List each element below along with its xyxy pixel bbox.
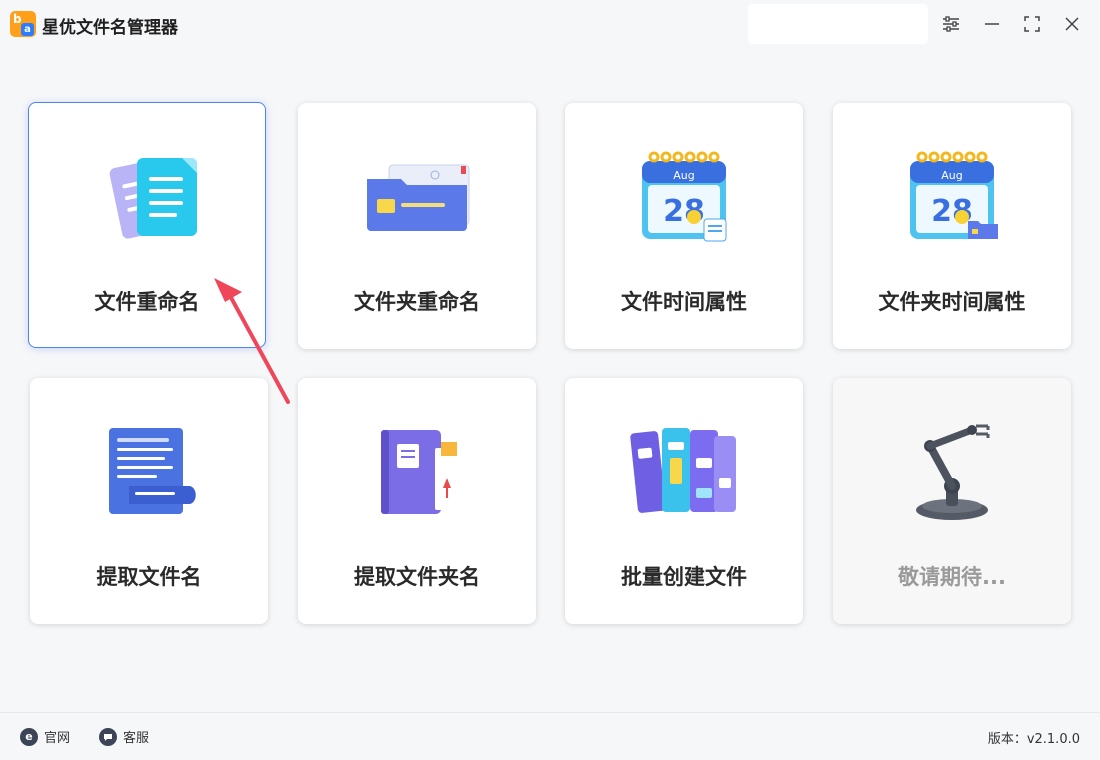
customer-service-label: 客服 [123,731,150,746]
calendar-folder-icon: Aug 28 [910,151,998,239]
title-search-box[interactable] [748,4,928,44]
documents-icon [109,158,197,239]
card-label: 敬请期待... [898,565,1006,589]
app-title: 星优文件名管理器 [42,18,178,38]
maximize-icon [1024,16,1040,32]
card-file-time-attributes[interactable]: Aug 28 文件时间属性 [565,103,803,349]
binder-icon [381,430,457,514]
card-extract-file-names[interactable]: 提取文件名 [30,378,268,624]
card-folder-rename[interactable]: 文件夹重命名 [298,103,536,349]
card-label: 文件重命名 [94,290,200,314]
card-batch-create-files[interactable]: 批量创建文件 [565,378,803,624]
books-icon [630,428,736,513]
folder-icon [367,164,470,231]
close-icon [1065,17,1079,31]
card-label: 文件夹重命名 [354,290,480,314]
footer: e 官网 客服 版本：v2.1.0.0 [0,712,1100,760]
maximize-button[interactable] [1018,10,1046,38]
title-bar: b a 星优文件名管理器 [0,0,1100,48]
scroll-icon [109,428,196,514]
svg-text:Aug: Aug [941,169,962,182]
customer-service-link[interactable]: 客服 [99,727,149,746]
calendar-icon: Aug 28 [642,151,727,242]
website-label: 官网 [44,731,71,746]
card-folder-time-attributes[interactable]: Aug 28 文件夹时间属性 [833,103,1071,349]
card-label: 批量创建文件 [621,565,747,589]
website-icon: e [20,727,38,746]
website-link[interactable]: e 官网 [20,727,70,746]
card-coming-soon: 敬请期待... [833,378,1071,624]
card-label: 文件夹时间属性 [878,290,1026,314]
card-label: 提取文件名 [96,565,202,589]
minimize-icon [985,23,999,25]
minimize-button[interactable] [978,10,1006,38]
settings-icon [943,16,959,32]
card-label: 文件时间属性 [621,290,747,314]
svg-text:28: 28 [663,194,705,229]
settings-button[interactable] [937,10,965,38]
app-logo-icon: b a [10,11,36,37]
svg-text:28: 28 [931,194,973,229]
robot-arm-icon [916,424,990,520]
svg-text:Aug: Aug [673,169,694,182]
card-label: 提取文件夹名 [354,565,480,589]
version-label: 版本：v2.1.0.0 [987,732,1080,747]
card-extract-folder-names[interactable]: 提取文件夹名 [298,378,536,624]
close-button[interactable] [1058,10,1086,38]
chat-icon [99,727,117,746]
card-file-rename[interactable]: 文件重命名 [28,102,266,348]
